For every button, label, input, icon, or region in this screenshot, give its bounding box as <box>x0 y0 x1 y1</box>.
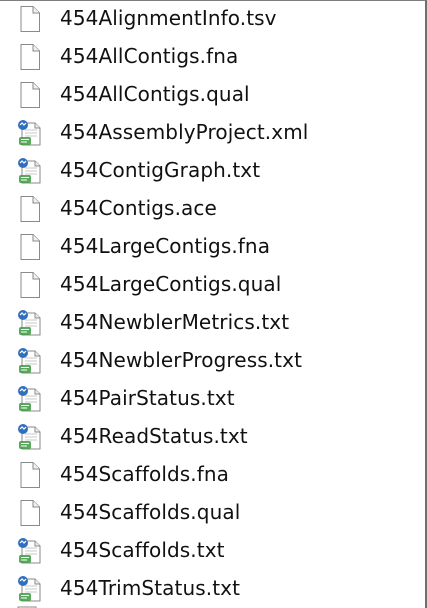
document-icon <box>17 499 43 527</box>
file-row[interactable]: 454ContigGraph.txt <box>0 153 425 189</box>
document-icon <box>17 5 43 33</box>
file-row[interactable]: 454AlignmentInfo.tsv <box>0 1 425 37</box>
file-name: 454AllContigs.qual <box>60 82 250 106</box>
file-row[interactable]: 454Scaffolds.qual <box>0 495 425 531</box>
file-row[interactable]: 454AllContigs.fna <box>0 39 425 75</box>
document-icon <box>17 81 43 109</box>
document-icon <box>17 461 43 489</box>
file-row[interactable]: 454NewblerMetrics.txt <box>0 305 425 341</box>
text-document-icon <box>17 347 43 375</box>
file-row[interactable]: 454Scaffolds.fna <box>0 457 425 493</box>
text-document-icon <box>17 385 43 413</box>
file-row[interactable]: 454LargeContigs.qual <box>0 267 425 303</box>
file-name: 454Scaffolds.qual <box>60 500 241 524</box>
text-document-icon <box>17 157 43 185</box>
document-icon <box>17 233 43 261</box>
file-row[interactable]: 454NewblerProgress.txt <box>0 343 425 379</box>
file-name: 454AlignmentInfo.tsv <box>60 6 277 30</box>
file-name: 454LargeContigs.qual <box>60 272 282 296</box>
file-row[interactable]: 454AllContigs.qual <box>0 77 425 113</box>
file-row[interactable]: 454TrimStatus.txt <box>0 571 425 607</box>
text-document-icon <box>17 537 43 565</box>
text-document-icon <box>17 309 43 337</box>
file-name: 454TrimStatus.txt <box>60 576 241 600</box>
file-row[interactable]: 454Contigs.ace <box>0 191 425 227</box>
file-name: 454AllContigs.fna <box>60 44 239 68</box>
file-name: 454LargeContigs.fna <box>60 234 271 258</box>
document-icon <box>17 43 43 71</box>
file-list: 454AlignmentInfo.tsv 454AllContigs.fna 4… <box>0 0 427 608</box>
document-icon <box>17 271 43 299</box>
file-row[interactable]: 454PairStatus.txt <box>0 381 425 417</box>
file-row[interactable]: 454LargeContigs.fna <box>0 229 425 265</box>
text-document-icon <box>17 575 43 603</box>
file-row[interactable]: 454ReadStatus.txt <box>0 419 425 455</box>
file-row[interactable]: 454AssemblyProject.xml <box>0 115 425 151</box>
text-document-icon <box>17 119 43 147</box>
file-name: 454ContigGraph.txt <box>60 158 261 182</box>
file-name: 454Contigs.ace <box>60 196 217 220</box>
file-name: 454Scaffolds.fna <box>60 462 230 486</box>
file-row[interactable]: 454Scaffolds.txt <box>0 533 425 569</box>
partial-document-icon <box>17 601 37 608</box>
file-name: 454PairStatus.txt <box>60 386 235 410</box>
document-icon <box>17 195 43 223</box>
text-document-icon <box>17 423 43 451</box>
file-name: 454NewblerMetrics.txt <box>60 310 290 334</box>
file-name: 454Scaffolds.txt <box>60 538 225 562</box>
file-name: 454NewblerProgress.txt <box>60 348 303 372</box>
file-name: 454ReadStatus.txt <box>60 424 248 448</box>
file-name: 454AssemblyProject.xml <box>60 120 309 144</box>
